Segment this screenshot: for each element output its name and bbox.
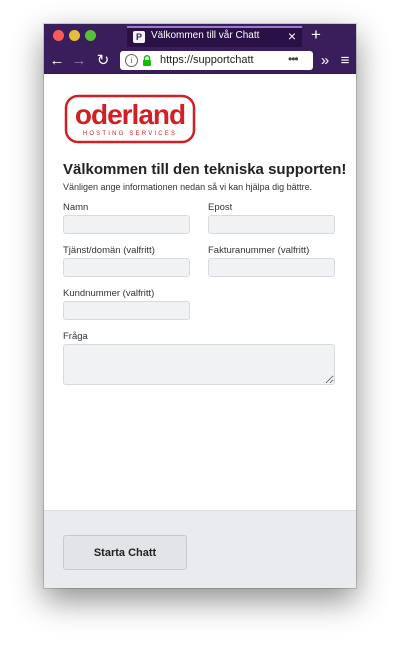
tab-close-icon[interactable]: × — [288, 28, 296, 45]
title-bar: P Välkommen till vår Chatt × + — [44, 24, 356, 47]
forward-icon[interactable]: → — [70, 47, 88, 74]
tab-title: Välkommen till vår Chatt — [151, 30, 260, 41]
invoice-input[interactable] — [208, 258, 335, 277]
service-label: Tjänst/domän (valfritt) — [63, 245, 155, 256]
page-title: Välkommen till den tekniska supporten! — [63, 161, 347, 178]
service-input[interactable] — [63, 258, 190, 277]
overflow-menu-icon[interactable]: » — [316, 47, 334, 74]
minimize-window-button[interactable] — [69, 30, 80, 41]
browser-tab[interactable]: P Välkommen till vår Chatt × — [127, 26, 302, 47]
hamburger-menu-icon[interactable]: ≡ — [336, 47, 354, 74]
page-content: oderland HOSTING SERVICES Välkommen till… — [44, 74, 356, 510]
question-textarea[interactable] — [63, 344, 335, 385]
question-label: Fråga — [63, 331, 88, 342]
maximize-window-button[interactable] — [85, 30, 96, 41]
email-input[interactable] — [208, 215, 335, 234]
svg-text:HOSTING SERVICES: HOSTING SERVICES — [83, 131, 177, 137]
oderland-logo: oderland HOSTING SERVICES — [64, 94, 196, 144]
navigation-bar: ← → ↻ i https://supportchatt ••• » ≡ — [44, 47, 356, 74]
chat-footer: Starta Chatt — [44, 510, 356, 588]
customer-number-input[interactable] — [63, 301, 190, 320]
close-window-button[interactable] — [53, 30, 64, 41]
customer-number-label: Kundnummer (valfritt) — [63, 288, 155, 299]
name-input[interactable] — [63, 215, 190, 234]
info-icon[interactable]: i — [125, 54, 138, 67]
invoice-label: Fakturanummer (valfritt) — [208, 245, 310, 256]
browser-window: P Välkommen till vår Chatt × + ← → ↻ i h… — [44, 24, 356, 588]
back-icon[interactable]: ← — [48, 47, 66, 74]
page-subtitle: Vänligen ange informationen nedan så vi … — [63, 182, 313, 192]
email-label: Epost — [208, 202, 233, 213]
start-chat-button[interactable]: Starta Chatt — [63, 535, 187, 570]
reload-icon[interactable]: ↻ — [94, 47, 112, 74]
url-bar[interactable]: i https://supportchatt ••• — [120, 51, 313, 70]
new-tab-icon[interactable]: + — [306, 24, 326, 47]
page-actions-icon[interactable]: ••• — [288, 52, 299, 66]
name-label: Namn — [63, 202, 89, 213]
svg-text:oderland: oderland — [75, 99, 185, 130]
favicon-icon: P — [133, 31, 145, 43]
lock-icon — [143, 55, 151, 66]
url-text: https://supportchatt — [160, 54, 254, 66]
